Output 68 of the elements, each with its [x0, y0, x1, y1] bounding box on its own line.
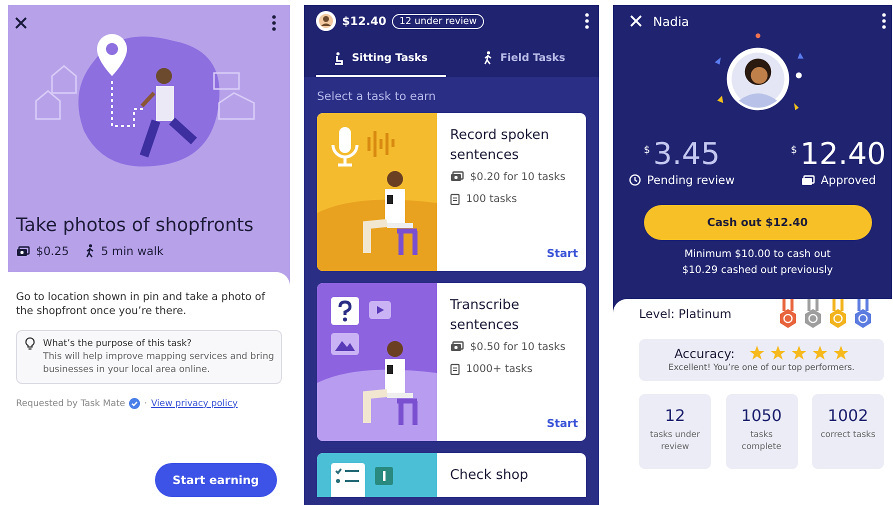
task-pay: $0.50 for 10 tasks [470, 340, 566, 355]
currency-symbol: $ [790, 145, 798, 156]
user-name: Nadia [653, 14, 690, 28]
privacy-policy-link[interactable]: View privacy policy [151, 398, 238, 408]
seated-person-icon [334, 52, 345, 64]
approved-label: Approved [820, 173, 876, 187]
task-pay: $0.20 for 10 tasks [470, 170, 566, 185]
clipboard-icon [450, 363, 460, 375]
pending-label: Pending review [647, 173, 735, 187]
review-count-badge: 12 under review [392, 14, 484, 28]
start-link[interactable]: Start [546, 417, 578, 430]
star-icon [770, 345, 786, 361]
stat-value: 1002 [828, 406, 868, 425]
task-price: $0.25 [36, 244, 69, 258]
stat-value: 12 [664, 406, 686, 425]
avatar-icon [316, 11, 336, 31]
stat-label: tasks complete [740, 429, 782, 453]
start-link[interactable]: Start [546, 247, 578, 260]
balance-amount: $12.40 [342, 14, 386, 28]
approved-amount: 12.40 [800, 137, 886, 173]
task-card[interactable]: Transcribe sentences $0.50 for 10 tasks 1000+ tasks Start [317, 283, 586, 441]
cash-out-button[interactable]: Cash out $12.40 [644, 205, 872, 240]
close-icon[interactable] [14, 16, 28, 30]
star-icon [790, 345, 807, 361]
start-earning-button[interactable]: Start earning [154, 463, 277, 497]
walking-person-icon [84, 244, 95, 258]
task-description: Go to location shown in pin and take a photo of the shopfront once you’re there. [16, 290, 266, 318]
task-card-title: Transcribe sentences [450, 296, 520, 335]
stat-value: 1050 [741, 406, 782, 425]
task-tab[interactable]: Sitting Tasks [316, 45, 446, 77]
info-heading: What’s the purpose of this task? [43, 337, 193, 350]
task-card[interactable]: Record spoken sentences $0.20 for 10 tasks 100 tasks Start [317, 113, 586, 271]
task-count: 1000+ tasks [466, 362, 532, 377]
section-prompt: Select a task to earn [317, 89, 437, 103]
cash-icon [450, 171, 464, 182]
separator-dot: · [144, 398, 148, 408]
info-text: This will help improve mapping services and bring businesses in your local area online. [43, 350, 275, 376]
verified-check-icon [129, 398, 140, 409]
stat-label: tasks under review [649, 429, 701, 453]
currency-symbol: $ [644, 145, 650, 156]
cash-out-note: Minimum $10.00 to cash out [684, 248, 831, 262]
accuracy-label: Accuracy: [674, 346, 735, 360]
task-title: Take photos of shopfronts [16, 215, 254, 236]
lightbulb-icon [25, 337, 35, 351]
star-icon [748, 345, 765, 361]
cash-out-note: $10.29 cashed out previously [682, 264, 833, 278]
more-options-icon[interactable] [882, 13, 886, 29]
walk-duration: 5 min walk [100, 244, 164, 258]
task-tab[interactable]: Field Tasks [460, 45, 589, 77]
pending-amount: 3.45 [653, 137, 720, 173]
star-icon [832, 345, 849, 361]
clipboard-icon [450, 193, 460, 205]
stat-label: correct tasks [820, 429, 876, 441]
walking-person-icon [483, 51, 494, 65]
task-card-title: Check shop [450, 466, 530, 485]
more-options-icon[interactable] [272, 15, 276, 31]
clock-icon [629, 174, 641, 186]
cash-icon [800, 174, 815, 186]
star-icon [812, 345, 828, 361]
level-label: Level: Platinum [639, 307, 732, 321]
task-card-title: Record spoken sentences [450, 126, 550, 165]
task-count: 100 tasks [466, 192, 517, 207]
requester-text: Requested by Task Mate [16, 398, 126, 408]
more-options-icon[interactable] [585, 13, 589, 29]
task-card[interactable]: Check shop [317, 453, 586, 497]
cash-icon [450, 341, 464, 352]
accuracy-message: Excellent! You’re one of our top performers. [668, 363, 855, 373]
cash-icon [16, 246, 30, 256]
